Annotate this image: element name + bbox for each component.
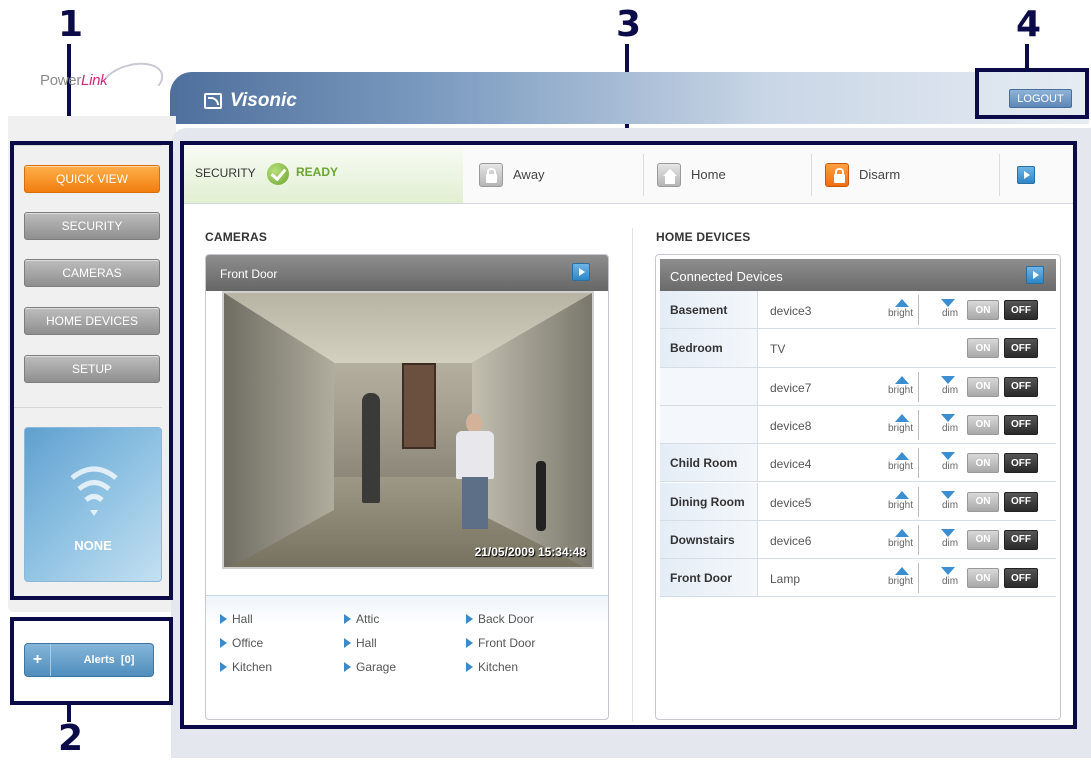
callout-4-frame [975,68,1089,119]
callout-2-line [67,704,71,722]
callout-2-frame [10,617,173,705]
callout-1: 1 [58,4,84,45]
callout-3: 3 [616,4,642,45]
callout-4: 4 [1016,4,1042,45]
callout-4-line [1025,44,1029,70]
logo-swoosh-icon [96,56,168,108]
callout-3-frame [180,141,1077,729]
callout-1-frame [10,141,173,600]
logo-text-power: Power [40,72,82,89]
top-header-bar: Visonic [170,72,1089,124]
brand-name: Visonic [230,90,297,111]
callout-2: 2 [58,718,84,759]
powerlink-logo: PowerLink [30,56,170,108]
brand: Visonic [204,90,297,112]
visonic-logo-icon [204,93,222,109]
